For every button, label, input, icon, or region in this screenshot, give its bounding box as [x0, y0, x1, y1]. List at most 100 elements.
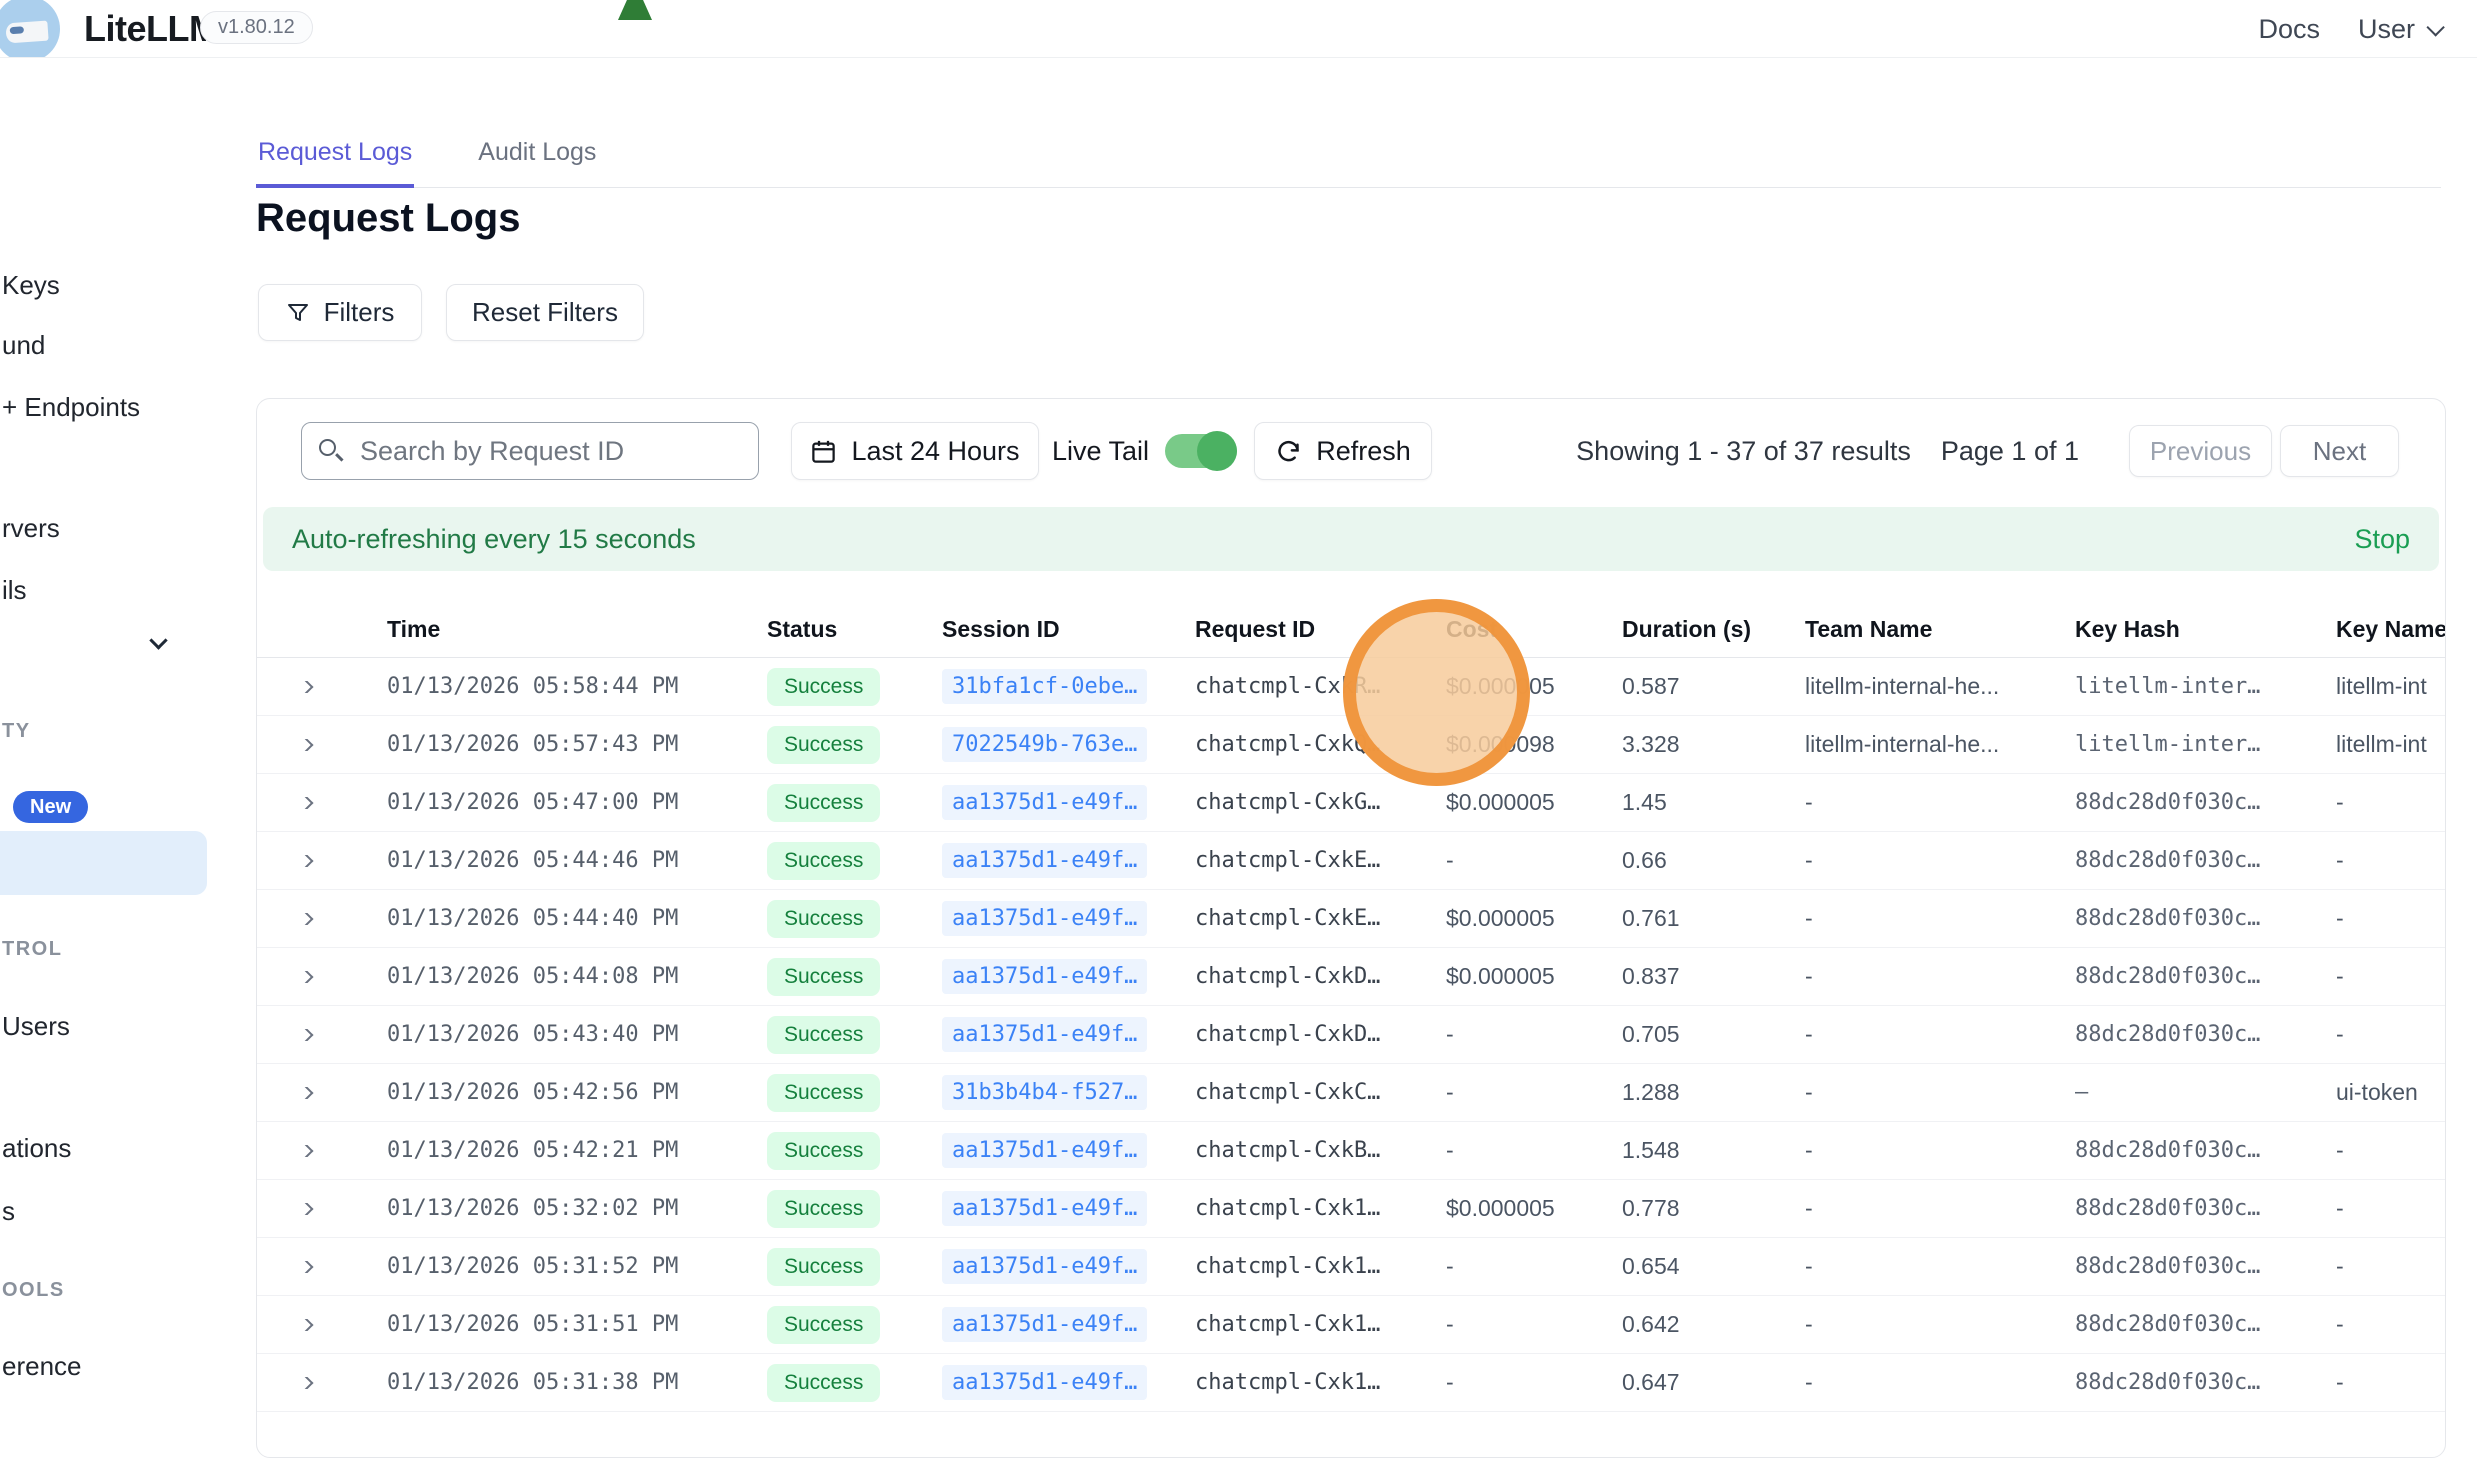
cell-session_id: aa1375d1-e49f…	[942, 1249, 1195, 1284]
session-id-link[interactable]: aa1375d1-e49f…	[942, 1191, 1147, 1226]
sidebar-item-users[interactable]: Users	[2, 1011, 70, 1042]
sidebar-section-observability: TY	[2, 720, 31, 743]
cell-team: -	[1805, 905, 2075, 932]
cell-duration: 0.654	[1622, 1253, 1805, 1280]
cell-team: -	[1805, 1195, 2075, 1222]
expand-chevron-icon[interactable]	[297, 797, 314, 809]
sidebar-item-logs-selected[interactable]	[0, 831, 207, 895]
session-id-link[interactable]: 7022549b-763e…	[942, 727, 1147, 762]
sidebar-section-tools: OOLS	[2, 1279, 65, 1302]
expand-chevron-icon[interactable]	[297, 1087, 314, 1099]
status-badge: Success	[767, 1074, 880, 1112]
column-header-cost: Cost	[1446, 616, 1622, 643]
cell-team: -	[1805, 1137, 2075, 1164]
cell-key_name: -	[2336, 963, 2446, 990]
status-badge: Success	[767, 784, 880, 822]
cell-time: 01/13/2026 05:31:51 PM	[387, 1312, 767, 1337]
logs-card: Last 24 Hours Live Tail Refresh Showing …	[256, 398, 2446, 1458]
cell-time: 01/13/2026 05:31:38 PM	[387, 1370, 767, 1395]
session-id-link[interactable]: aa1375d1-e49f…	[942, 1249, 1147, 1284]
cell-cost: $0.000098	[1446, 731, 1622, 758]
cell-status: Success	[767, 1248, 942, 1286]
cell-time: 01/13/2026 05:42:21 PM	[387, 1138, 767, 1163]
time-range-button[interactable]: Last 24 Hours	[791, 422, 1039, 480]
sidebar-item-teams[interactable]: s	[2, 1196, 15, 1227]
session-id-link[interactable]: aa1375d1-e49f…	[942, 1017, 1147, 1052]
expand-chevron-icon[interactable]	[297, 1377, 314, 1389]
auto-refresh-text: Auto-refreshing every 15 seconds	[292, 524, 696, 555]
stop-auto-refresh-link[interactable]: Stop	[2354, 524, 2410, 555]
reset-filters-button[interactable]: Reset Filters	[446, 284, 644, 341]
cell-expand	[257, 1029, 387, 1041]
sidebar-item-playground[interactable]: und	[2, 330, 45, 361]
cell-team: -	[1805, 847, 2075, 874]
session-id-link[interactable]: 31b3b4b4-f527…	[942, 1075, 1147, 1110]
expand-chevron-icon[interactable]	[297, 855, 314, 867]
sidebar-item-api-reference[interactable]: erence	[2, 1351, 82, 1382]
cell-key_hash: 88dc28d0f030c…	[2075, 790, 2336, 815]
sidebar-item-organizations[interactable]: ations	[2, 1133, 71, 1164]
expand-chevron-icon[interactable]	[297, 1029, 314, 1041]
expand-chevron-icon[interactable]	[297, 971, 314, 983]
status-badge: Success	[767, 1132, 880, 1170]
tab-audit-logs[interactable]: Audit Logs	[476, 138, 598, 188]
cell-cost: $0.000005	[1446, 1195, 1622, 1222]
status-badge: Success	[767, 1016, 880, 1054]
session-id-link[interactable]: aa1375d1-e49f…	[942, 1307, 1147, 1342]
cell-status: Success	[767, 1074, 942, 1112]
cell-status: Success	[767, 1190, 942, 1228]
expand-chevron-icon[interactable]	[297, 1145, 314, 1157]
session-id-link[interactable]: aa1375d1-e49f…	[942, 785, 1147, 820]
user-menu-label[interactable]: User	[2358, 14, 2415, 45]
tab-request-logs[interactable]: Request Logs	[256, 138, 414, 188]
sidebar-item-keys[interactable]: Keys	[2, 270, 60, 301]
cell-session_id: aa1375d1-e49f…	[942, 1365, 1195, 1400]
expand-chevron-icon[interactable]	[297, 1261, 314, 1273]
filters-button[interactable]: Filters	[258, 284, 422, 341]
previous-page-button[interactable]: Previous	[2129, 425, 2272, 477]
session-id-link[interactable]: aa1375d1-e49f…	[942, 1365, 1147, 1400]
cell-key_hash: 88dc28d0f030c…	[2075, 964, 2336, 989]
cell-duration: 1.288	[1622, 1079, 1805, 1106]
session-id-link[interactable]: 31bfa1cf-0ebe…	[942, 669, 1147, 704]
session-id-link[interactable]: aa1375d1-e49f…	[942, 959, 1147, 994]
sidebar: Keys und + Endpoints rvers ils TY New TR…	[0, 58, 215, 1385]
cell-session_id: 31bfa1cf-0ebe…	[942, 669, 1195, 704]
cell-key_name: -	[2336, 847, 2446, 874]
live-tail-toggle[interactable]	[1165, 434, 1237, 468]
search-input[interactable]	[301, 422, 759, 480]
status-badge: Success	[767, 668, 880, 706]
expand-chevron-icon[interactable]	[297, 739, 314, 751]
expand-chevron-icon[interactable]	[297, 1319, 314, 1331]
cell-team: -	[1805, 1079, 2075, 1106]
cell-session_id: aa1375d1-e49f…	[942, 785, 1195, 820]
column-header-key_name: Key Name	[2336, 616, 2446, 643]
user-menu[interactable]: User	[2358, 14, 2440, 45]
expand-chevron-icon[interactable]	[297, 1203, 314, 1215]
expand-chevron-icon[interactable]	[297, 681, 314, 693]
search-icon	[319, 439, 336, 456]
filters-button-label: Filters	[324, 297, 395, 328]
cell-status: Success	[767, 1306, 942, 1344]
sidebar-item-endpoints[interactable]: + Endpoints	[2, 392, 140, 423]
sidebar-item-servers[interactable]: rvers	[2, 513, 60, 544]
sidebar-item-guardrails[interactable]: ils	[2, 575, 27, 606]
table-row: 01/13/2026 05:57:43 PMSuccess7022549b-76…	[257, 716, 2445, 774]
table-row: 01/13/2026 05:43:40 PMSuccessaa1375d1-e4…	[257, 1006, 2445, 1064]
table-row: 01/13/2026 05:31:52 PMSuccessaa1375d1-e4…	[257, 1238, 2445, 1296]
cell-team: -	[1805, 1253, 2075, 1280]
docs-link[interactable]: Docs	[2258, 14, 2320, 45]
cell-key_name: -	[2336, 1311, 2446, 1338]
session-id-link[interactable]: aa1375d1-e49f…	[942, 901, 1147, 936]
cell-key_hash: litellm-inter…	[2075, 732, 2336, 757]
session-id-link[interactable]: aa1375d1-e49f…	[942, 1133, 1147, 1168]
sidebar-chevron-down-icon[interactable]	[149, 631, 167, 649]
column-header-request_id: Request ID	[1195, 616, 1446, 643]
session-id-link[interactable]: aa1375d1-e49f…	[942, 843, 1147, 878]
cell-request_id: chatcmpl-CxkR…	[1195, 674, 1446, 699]
refresh-button[interactable]: Refresh	[1254, 422, 1432, 480]
next-page-button[interactable]: Next	[2280, 425, 2399, 477]
table-row: 01/13/2026 05:31:38 PMSuccessaa1375d1-e4…	[257, 1354, 2445, 1412]
expand-chevron-icon[interactable]	[297, 913, 314, 925]
cell-key_name: litellm-int	[2336, 673, 2446, 700]
